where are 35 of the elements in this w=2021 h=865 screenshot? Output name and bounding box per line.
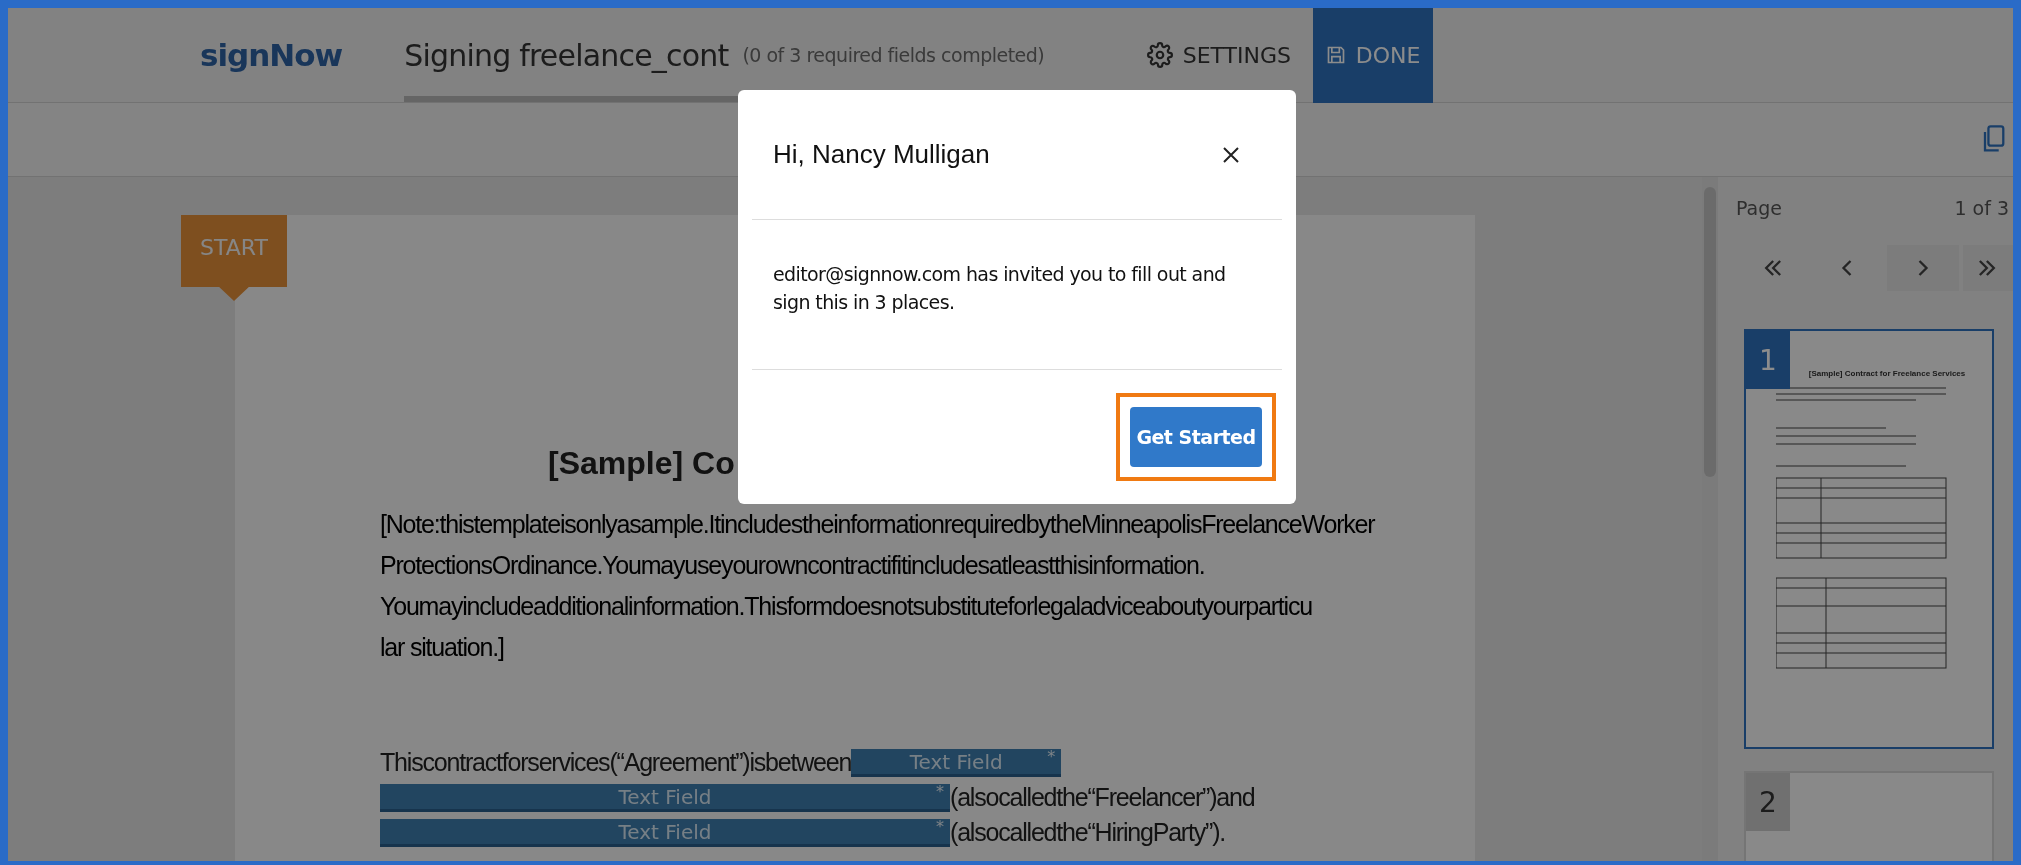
document-title: Signing freelance_cont (404, 37, 729, 73)
last-page-button[interactable] (1962, 245, 2013, 291)
document-heading: [Sample] Co (548, 445, 735, 482)
logo: signNow (200, 37, 343, 73)
page-number: 1 (1746, 331, 1790, 389)
thumbnail-heading: [Sample] Contract for Freelance Services (1807, 369, 1967, 378)
start-tag[interactable]: START (181, 215, 287, 301)
save-icon (1325, 45, 1346, 65)
note-text: Youmayincludeadditionalinformation.Thisformdoesnotsubstituteforlegaladviceaboutyourparticu (380, 591, 1313, 622)
get-started-button[interactable]: Get Started (1130, 407, 1262, 467)
page-thumbnail[interactable]: 2 (1744, 771, 1994, 861)
close-button[interactable] (1222, 145, 1240, 164)
note-text: [Note:thistemplateisonlyasample.ItincludestheinformationrequiredbytheMinneapolisFreelanceWorker (380, 509, 1376, 540)
note-text: lar situation.] (380, 632, 505, 663)
settings-icon (1146, 42, 1173, 68)
text-field[interactable]: Text Field * (851, 749, 1062, 777)
page-label: Page (1736, 197, 1782, 219)
close-icon (1222, 145, 1240, 164)
note-text: ProtectionsOrdinance.Youmayuseyourowncontractifitincludesatleastthisinformation. (380, 550, 1206, 581)
contract-text: Thiscontractforservices(“Agreement”)isbetween (380, 748, 852, 777)
required-mark: * (1047, 747, 1056, 766)
dialog-title: Hi, Nancy Mulligan (773, 139, 990, 170)
dialog-message: editor@signnow.com has invited you to fill out and sign this in 3 places. (752, 220, 1282, 370)
settings-button[interactable]: SETTINGS (1140, 41, 1297, 69)
contract-text: (alsocalledthe“Freelancer”)and (950, 783, 1255, 812)
required-fields-count: (0 of 3 required fields completed) (742, 44, 1045, 66)
done-button[interactable]: DONE (1313, 8, 1433, 103)
page-thumbnail[interactable]: 1 [Sample] Contract for Freelance Services (1744, 329, 1994, 749)
contract-text: (alsocalledthe“HiringParty”). (950, 818, 1226, 847)
page-number: 2 (1746, 773, 1790, 831)
text-field[interactable]: Text Field * (380, 819, 950, 847)
text-field[interactable]: Text Field * (380, 784, 950, 812)
page-count: 1 of 3 (1954, 197, 2009, 219)
required-mark: * (936, 782, 944, 801)
required-mark: * (936, 817, 944, 836)
